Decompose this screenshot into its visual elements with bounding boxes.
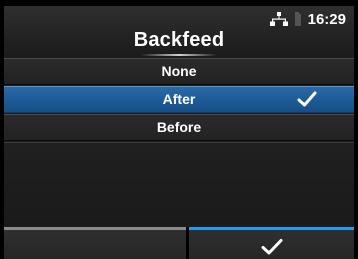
screen-bezel-right [354,0,358,259]
option-before[interactable]: Before [4,114,354,141]
option-list: None After Before [4,56,354,228]
printer-screen: 16:29 Backfeed None After Before [0,0,358,259]
option-none[interactable]: None [4,58,354,85]
back-button[interactable] [4,227,186,259]
option-after[interactable]: After [4,86,354,113]
clock: 16:29 [307,10,346,28]
option-label: Before [156,119,202,135]
sd-card-icon [294,12,301,26]
option-label: None [161,63,197,79]
list-empty-area [4,142,354,228]
checkmark-icon [297,91,317,107]
confirm-button[interactable] [189,227,354,259]
status-bar: 16:29 [269,10,346,28]
header-bar: 16:29 Backfeed [4,6,354,56]
network-icon [269,12,288,26]
footer-bar [4,227,354,259]
page-title: Backfeed [133,29,225,51]
checkmark-icon [261,239,283,255]
